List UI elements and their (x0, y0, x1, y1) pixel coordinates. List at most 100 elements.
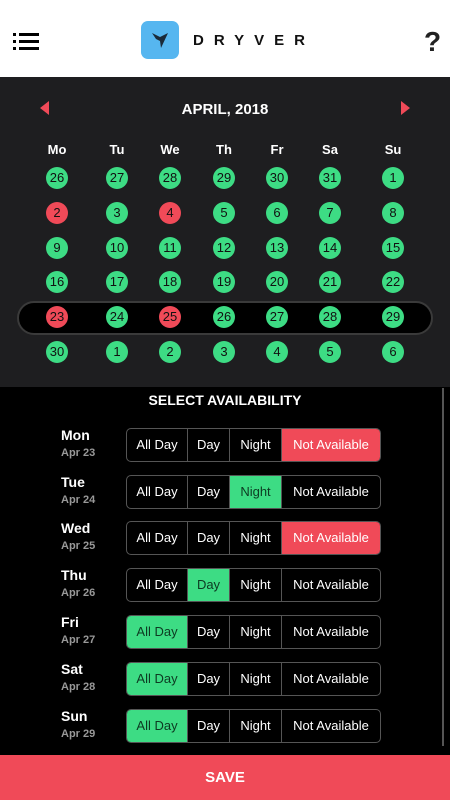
option-all-day[interactable]: All Day (127, 569, 188, 601)
calendar-day[interactable]: 30 (46, 341, 68, 363)
weekday-label: We (160, 142, 180, 157)
calendar-day[interactable]: 29 (213, 167, 235, 189)
weekday-label: Su (384, 142, 402, 157)
option-night[interactable]: Night (230, 710, 282, 742)
calendar-day[interactable]: 26 (213, 306, 235, 328)
help-icon[interactable]: ? (424, 26, 441, 58)
row-date: Apr 26 (61, 587, 96, 599)
option-night[interactable]: Night (230, 476, 282, 508)
option-not-available[interactable]: Not Available (282, 710, 380, 742)
weekday-label: Sa (322, 142, 338, 157)
save-button[interactable]: SAVE (0, 755, 450, 800)
option-day[interactable]: Day (188, 476, 230, 508)
option-not-available[interactable]: Not Available (282, 663, 380, 695)
calendar-day[interactable]: 28 (159, 167, 181, 189)
calendar-day[interactable]: 27 (106, 167, 128, 189)
availability-row: Thu Apr 26 All Day Day Night Not Available (0, 567, 450, 614)
calendar-day[interactable]: 28 (319, 306, 341, 328)
calendar-day[interactable]: 15 (382, 237, 404, 259)
option-night[interactable]: Night (230, 569, 282, 601)
option-day[interactable]: Day (188, 522, 230, 554)
option-all-day[interactable]: All Day (127, 616, 188, 648)
row-day-name: Thu (61, 567, 87, 583)
calendar-day[interactable]: 22 (382, 271, 404, 293)
option-day[interactable]: Day (188, 663, 230, 695)
calendar-day[interactable]: 3 (213, 341, 235, 363)
calendar-day[interactable]: 14 (319, 237, 341, 259)
calendar-day[interactable]: 23 (46, 306, 68, 328)
option-all-day[interactable]: All Day (127, 429, 188, 461)
option-all-day[interactable]: All Day (127, 710, 188, 742)
calendar-day[interactable]: 1 (106, 341, 128, 363)
calendar-day[interactable]: 19 (213, 271, 235, 293)
row-date: Apr 27 (61, 634, 96, 646)
calendar-day[interactable]: 16 (46, 271, 68, 293)
calendar-day[interactable]: 3 (106, 202, 128, 224)
availability-row: Mon Apr 23 All Day Day Night Not Available (0, 427, 450, 474)
calendar-day[interactable]: 4 (159, 202, 181, 224)
option-day[interactable]: Day (188, 710, 230, 742)
calendar-day[interactable]: 21 (319, 271, 341, 293)
row-date: Apr 29 (61, 728, 96, 740)
calendar-day[interactable]: 11 (159, 237, 181, 259)
weekday-label: Th (216, 142, 232, 157)
calendar-day[interactable]: 7 (319, 202, 341, 224)
brand-name: DRYVER (193, 32, 315, 49)
calendar-day[interactable]: 17 (106, 271, 128, 293)
calendar-day[interactable]: 1 (382, 167, 404, 189)
calendar-day[interactable]: 9 (46, 237, 68, 259)
calendar-day[interactable]: 2 (159, 341, 181, 363)
availability-selector: All Day Day Night Not Available (126, 475, 381, 509)
calendar-day[interactable]: 27 (266, 306, 288, 328)
calendar-day[interactable]: 30 (266, 167, 288, 189)
calendar-day[interactable]: 2 (46, 202, 68, 224)
calendar-day[interactable]: 5 (213, 202, 235, 224)
row-day-name: Fri (61, 614, 79, 630)
calendar-day[interactable]: 4 (266, 341, 288, 363)
option-all-day[interactable]: All Day (127, 663, 188, 695)
option-not-available[interactable]: Not Available (282, 569, 380, 601)
option-not-available[interactable]: Not Available (282, 522, 380, 554)
option-not-available[interactable]: Not Available (282, 476, 380, 508)
availability-row: Sat Apr 28 All Day Day Night Not Available (0, 661, 450, 708)
menu-icon[interactable] (13, 33, 39, 51)
calendar-day[interactable]: 13 (266, 237, 288, 259)
calendar-day[interactable]: 18 (159, 271, 181, 293)
calendar-day[interactable]: 6 (382, 341, 404, 363)
calendar-day[interactable]: 20 (266, 271, 288, 293)
calendar-day[interactable]: 25 (159, 306, 181, 328)
option-night[interactable]: Night (230, 663, 282, 695)
option-all-day[interactable]: All Day (127, 476, 188, 508)
calendar-day[interactable]: 31 (319, 167, 341, 189)
row-day-name: Mon (61, 427, 90, 443)
option-not-available[interactable]: Not Available (282, 616, 380, 648)
row-date: Apr 23 (61, 447, 96, 459)
next-month-icon[interactable] (401, 101, 410, 115)
calendar-day[interactable]: 12 (213, 237, 235, 259)
option-night[interactable]: Night (230, 616, 282, 648)
calendar-day[interactable]: 26 (46, 167, 68, 189)
row-day-name: Sat (61, 661, 83, 677)
option-day[interactable]: Day (188, 429, 230, 461)
weekday-label: Mo (47, 142, 67, 157)
option-night[interactable]: Night (230, 429, 282, 461)
availability-selector: All Day Day Night Not Available (126, 615, 381, 649)
calendar-day[interactable]: 29 (382, 306, 404, 328)
option-night[interactable]: Night (230, 522, 282, 554)
option-day[interactable]: Day (188, 569, 230, 601)
calendar-day[interactable]: 8 (382, 202, 404, 224)
calendar-day[interactable]: 24 (106, 306, 128, 328)
row-day-name: Sun (61, 708, 88, 724)
weekday-label: Tu (109, 142, 125, 157)
calendar-day[interactable]: 10 (106, 237, 128, 259)
weekday-label: Fr (270, 142, 284, 157)
availability-selector: All Day Day Night Not Available (126, 662, 381, 696)
scrollbar[interactable] (442, 388, 444, 746)
calendar-day[interactable]: 5 (319, 341, 341, 363)
availability-selector: All Day Day Night Not Available (126, 521, 381, 555)
option-not-available[interactable]: Not Available (282, 429, 380, 461)
option-day[interactable]: Day (188, 616, 230, 648)
option-all-day[interactable]: All Day (127, 522, 188, 554)
calendar: APRIL, 2018 Mo Tu We Th Fr Sa Su 26 27 28 29 30 31 1… (0, 77, 450, 387)
calendar-day[interactable]: 6 (266, 202, 288, 224)
